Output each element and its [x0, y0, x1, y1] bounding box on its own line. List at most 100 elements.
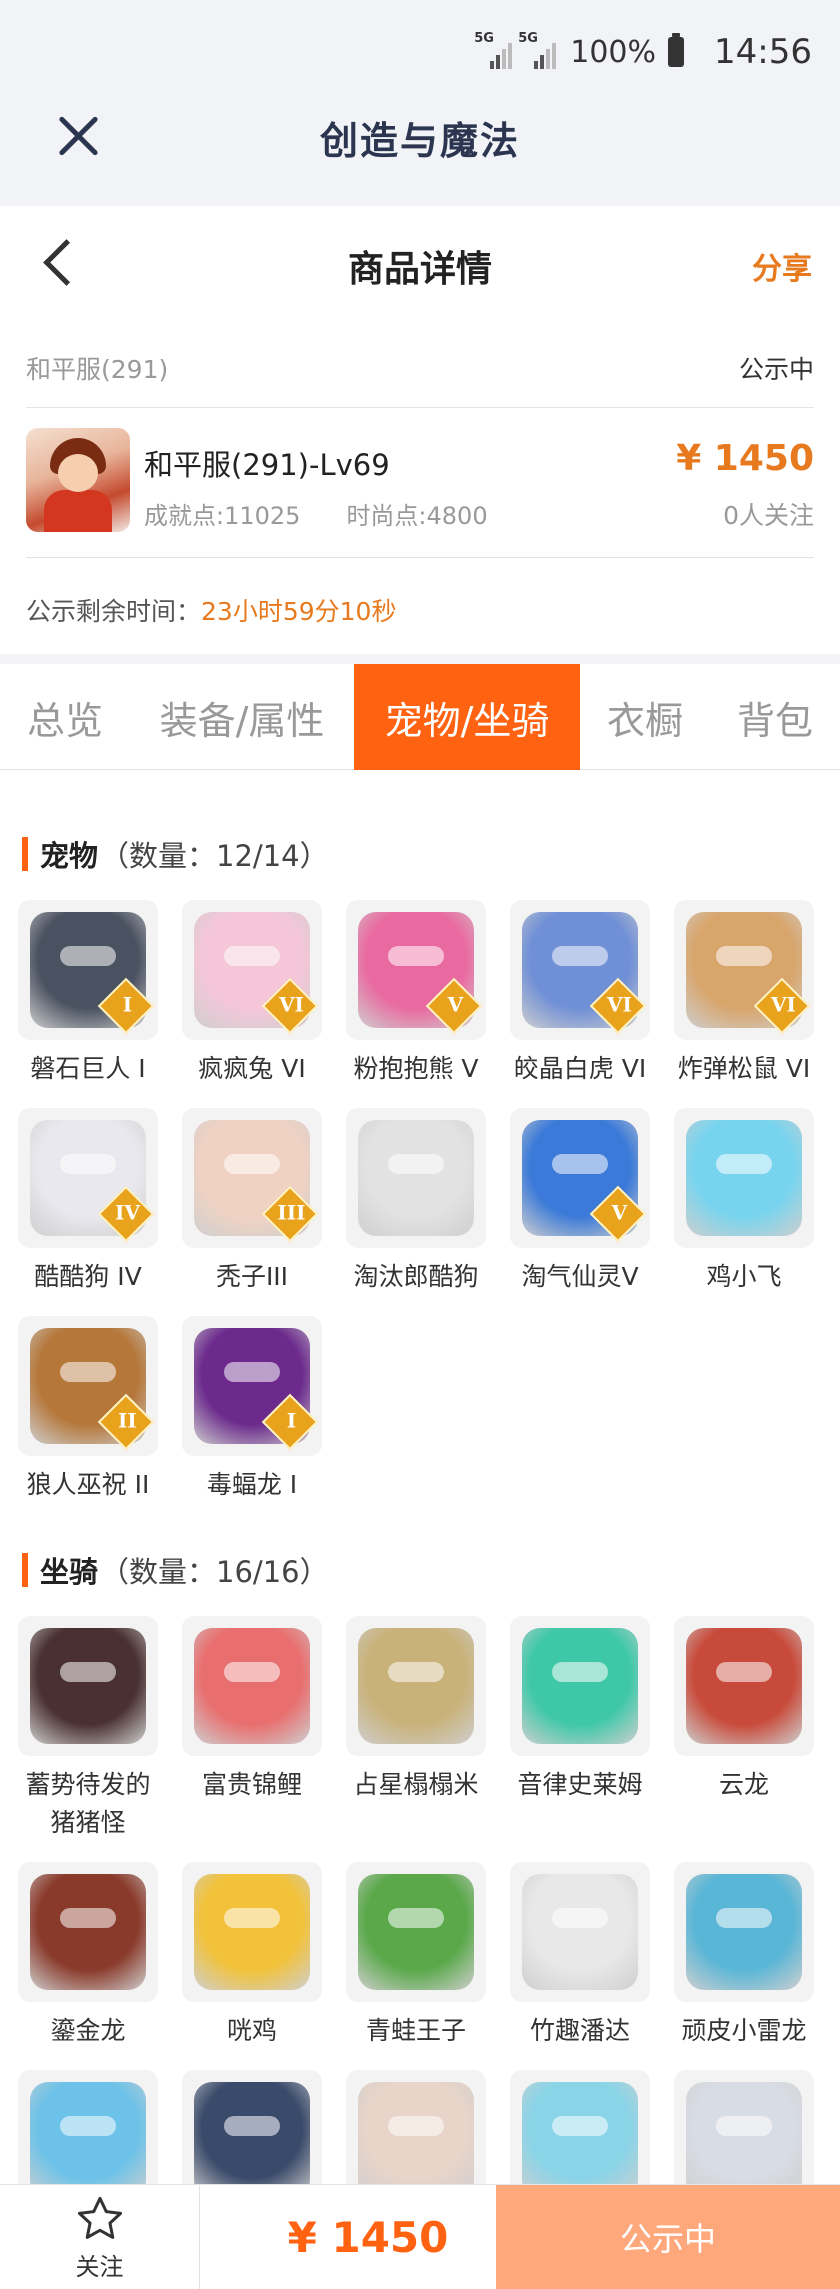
clock: 14:56	[714, 32, 812, 72]
mount-card[interactable]: 咣鸡	[170, 1862, 334, 2050]
pet-thumbnail: II	[18, 1316, 158, 1456]
item-name: 和平服(291)-Lv69	[144, 448, 390, 482]
pet-name: 毒蝠龙 I	[206, 1470, 298, 1499]
thumbnail-art	[686, 2082, 802, 2198]
remaining-time: 公示剩余时间：23小时59分10秒	[26, 597, 397, 626]
thumbnail-art	[30, 1628, 146, 1744]
section-count: （数量：12/14）	[100, 839, 329, 873]
thumbnail-art	[522, 2082, 638, 2198]
mount-name: 咣鸡	[226, 2016, 277, 2045]
pet-card[interactable]: VI 皎晶白虎 VI	[498, 900, 662, 1088]
pet-thumbnail: VI	[510, 900, 650, 1040]
mount-card[interactable]: 富贵锦鲤	[170, 1616, 334, 1842]
mounts-grid: 蓄势待发的猪猪怪 富贵锦鲤 占星榻榻米 音律史莱姆 云龙鎏金龙 咣鸡 青蛙王子 竹趣潘达 顽皮小…	[6, 1616, 840, 2220]
pets-grid: I 磐石巨人 I VI 疯疯兔 VI V 粉抱抱熊 V VI 皎晶白虎 VI VI 炸弹松鼠 VI…	[6, 900, 840, 1504]
mount-thumbnail	[182, 1616, 322, 1756]
bottom-action-bar: 关注 ¥ 1450 公示中	[0, 2184, 840, 2289]
star-icon	[77, 2196, 122, 2239]
signal-5g-icon: 5G	[518, 31, 557, 69]
pet-card[interactable]: V 粉抱抱熊 V	[334, 900, 498, 1088]
thumbnail-art	[194, 2082, 310, 2198]
pet-card[interactable]: II 狼人巫祝 II	[6, 1316, 170, 1504]
share-button[interactable]: 分享	[752, 244, 812, 288]
pet-name: 粉抱抱熊 V	[353, 1054, 479, 1083]
page-header: 商品详情 分享	[0, 206, 840, 318]
bottom-price: ¥ 1450	[287, 2212, 449, 2262]
mount-name: 占星榻榻米	[353, 1770, 479, 1799]
mount-name: 顽皮小雷龙	[681, 2016, 807, 2045]
mount-thumbnail	[346, 1616, 486, 1756]
thumbnail-art	[358, 1628, 474, 1744]
pet-card[interactable]: V 淘气仙灵V	[498, 1108, 662, 1296]
pet-card[interactable]: III 秃子III	[170, 1108, 334, 1296]
pet-name: 酷酷狗 IV	[34, 1262, 142, 1291]
item-stats: 成就点:11025 时尚点:4800	[144, 496, 488, 531]
character-avatar	[26, 428, 130, 532]
pet-thumbnail	[674, 1108, 814, 1248]
follow-button[interactable]: 关注	[0, 2185, 200, 2289]
pet-card[interactable]: 淘汰郎酷狗	[334, 1108, 498, 1296]
pet-name: 淘汰郎酷狗	[353, 1262, 479, 1291]
mount-card[interactable]: 云龙	[662, 1616, 826, 1842]
mount-card[interactable]: 青蛙王子	[334, 1862, 498, 2050]
signal-5g-icon: 5G	[474, 31, 513, 69]
tab-equipment[interactable]: 装备/属性	[130, 664, 354, 770]
thumbnail-art	[522, 1874, 638, 1990]
mount-card[interactable]: 占星榻榻米	[334, 1616, 498, 1842]
section-divider	[0, 654, 840, 664]
mount-card[interactable]: 音律史莱姆	[498, 1616, 662, 1842]
mount-name: 富贵锦鲤	[201, 1770, 302, 1799]
pet-thumbnail: VI	[674, 900, 814, 1040]
pet-card[interactable]: IV 酷酷狗 IV	[6, 1108, 170, 1296]
thumbnail-art	[686, 1120, 802, 1236]
status-bar: 5G 5G 100% 14:56	[474, 28, 812, 76]
mount-card[interactable]: 蓄势待发的猪猪怪	[6, 1616, 170, 1842]
mount-thumbnail	[510, 1862, 650, 2002]
pet-thumbnail	[346, 1108, 486, 1248]
achievement-points: 成就点:11025	[144, 502, 301, 530]
mount-name: 青蛙王子	[365, 2016, 466, 2045]
server-name: 和平服(291)	[26, 355, 169, 384]
thumbnail-art	[194, 1628, 310, 1744]
mount-name: 蓄势待发的猪猪怪	[25, 1770, 151, 1837]
mount-name: 鎏金龙	[50, 2016, 126, 2045]
pet-card[interactable]: I 磐石巨人 I	[6, 900, 170, 1088]
listing-status-button[interactable]: 公示中	[496, 2185, 840, 2289]
pet-name: 皎晶白虎 VI	[513, 1054, 647, 1083]
pet-name: 秃子III	[215, 1262, 289, 1291]
thumbnail-art	[358, 2082, 474, 2198]
tab-wardrobe[interactable]: 衣橱	[580, 664, 710, 770]
pet-thumbnail: I	[182, 1316, 322, 1456]
pet-thumbnail: I	[18, 900, 158, 1040]
thumbnail-art	[30, 2082, 146, 2198]
pet-card[interactable]: VI 疯疯兔 VI	[170, 900, 334, 1088]
pet-name: 淘气仙灵V	[521, 1262, 639, 1291]
pet-card[interactable]: 鸡小飞	[662, 1108, 826, 1296]
mount-card[interactable]: 顽皮小雷龙	[662, 1862, 826, 2050]
mount-thumbnail	[18, 1862, 158, 2002]
thumbnail-art	[30, 1874, 146, 1990]
tab-bag[interactable]: 背包	[710, 664, 840, 770]
app-top-area: 5G 5G 100% 14:56 创造与魔法	[0, 0, 840, 206]
tab-pets-mounts[interactable]: 宠物/坐骑	[354, 664, 580, 770]
thumbnail-art	[522, 1628, 638, 1744]
tab-overview[interactable]: 总览	[0, 664, 130, 770]
thumbnail-art	[194, 1874, 310, 1990]
pet-card[interactable]: VI 炸弹松鼠 VI	[662, 900, 826, 1088]
mount-card[interactable]: 竹趣潘达	[498, 1862, 662, 2050]
follower-count: 0人关注	[723, 501, 814, 530]
thumbnail-art	[358, 1874, 474, 1990]
thumbnail-art	[358, 1120, 474, 1236]
mount-card[interactable]: 鎏金龙	[6, 1862, 170, 2050]
mount-thumbnail	[346, 1862, 486, 2002]
pets-section-header: 宠物 （数量：12/14）	[22, 832, 840, 876]
pet-name: 狼人巫祝 II	[26, 1470, 150, 1499]
app-title: 创造与魔法	[319, 119, 520, 163]
pet-thumbnail: V	[346, 900, 486, 1040]
item-price: ¥ 1450	[676, 438, 814, 479]
mount-thumbnail	[18, 1616, 158, 1756]
pet-thumbnail: III	[182, 1108, 322, 1248]
battery-percent: 100%	[570, 34, 657, 70]
pet-card[interactable]: I 毒蝠龙 I	[170, 1316, 334, 1504]
pet-name: 鸡小飞	[706, 1262, 782, 1291]
